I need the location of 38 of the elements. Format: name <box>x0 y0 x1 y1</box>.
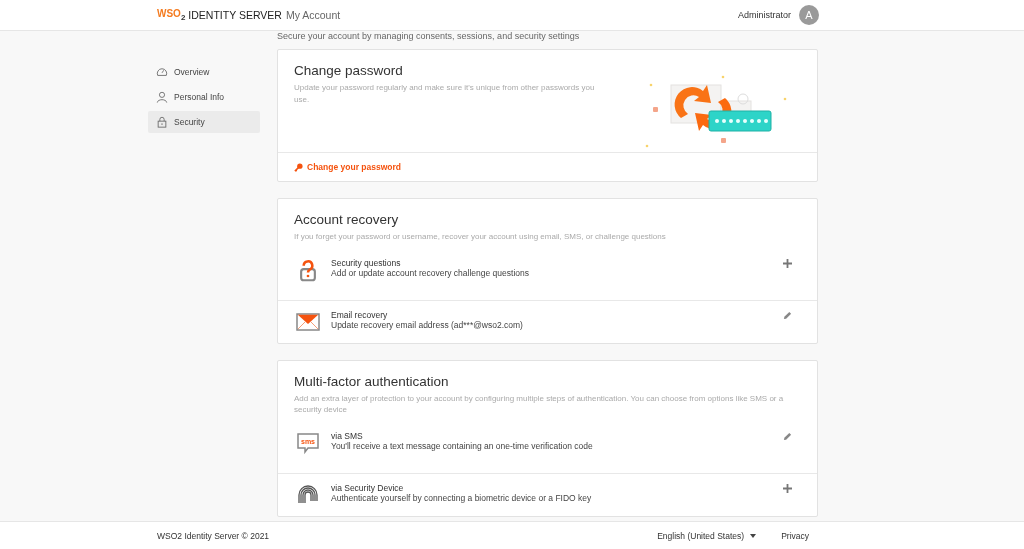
option-title: via SMS <box>331 430 364 441</box>
option-title: Email recovery <box>331 309 389 320</box>
product-name: IDENTITY SERVER <box>188 9 282 21</box>
page-subtitle: Secure your account by managing consents, sessions, and security settings <box>277 31 581 41</box>
sidebar-item[interactable]: Overview <box>148 61 260 83</box>
card-title: Account recovery <box>294 212 400 227</box>
sidebar-label: Personal Info <box>174 92 225 102</box>
option-title: via Security Device <box>331 482 405 493</box>
card-description: If you forget your password or username, recover your account using email, SMS, or challenge questions <box>294 231 667 243</box>
sidebar-item[interactable]: Personal Info <box>148 86 260 108</box>
card-description: Add an extra layer of protection to your account by configuring multiple steps of authentication. You can choose from options like SMS or a security device <box>294 392 785 416</box>
add-button[interactable] <box>782 257 793 269</box>
edit-button[interactable] <box>782 309 793 321</box>
copyright: WSO2 Identity Server © 2021 <box>157 530 270 541</box>
logo: WSO$_{2}$ <box>157 8 186 22</box>
card-title: Change password <box>294 63 404 78</box>
edit-button[interactable] <box>782 430 793 442</box>
key-icon <box>294 162 303 172</box>
sidebar-label: Overview <box>174 67 210 77</box>
lock-icon <box>156 116 168 128</box>
add-button[interactable] <box>782 482 793 494</box>
gauge-icon <box>156 66 168 78</box>
privacy-link[interactable]: Privacy <box>781 530 809 541</box>
option-description: Add or update account recovery challenge questions <box>331 267 530 278</box>
sidebar-label: Security <box>174 117 205 127</box>
card-description: Update your password regularly and make sure it's unique from other passwords you use. <box>294 82 596 106</box>
option-title: Security questions <box>331 257 402 268</box>
user-icon <box>156 91 168 103</box>
option-description: You'll receive a text message containing an one-time verification code <box>331 440 594 451</box>
option-description: Update recovery email address (ad***@wso2.com) <box>331 319 524 330</box>
user-name[interactable]: Administrator <box>738 10 791 20</box>
card-title: Multi-factor authentication <box>294 373 450 389</box>
caret-icon <box>750 533 757 538</box>
app-name: My Account <box>285 9 341 21</box>
change-password-link[interactable]: Change your password <box>307 162 401 172</box>
option-description: Authenticate yourself by connecting a biometric device or a FIDO key <box>331 492 593 503</box>
sidebar-item[interactable]: Security <box>148 111 260 133</box>
language-dropdown[interactable]: English (United States) <box>657 530 757 541</box>
